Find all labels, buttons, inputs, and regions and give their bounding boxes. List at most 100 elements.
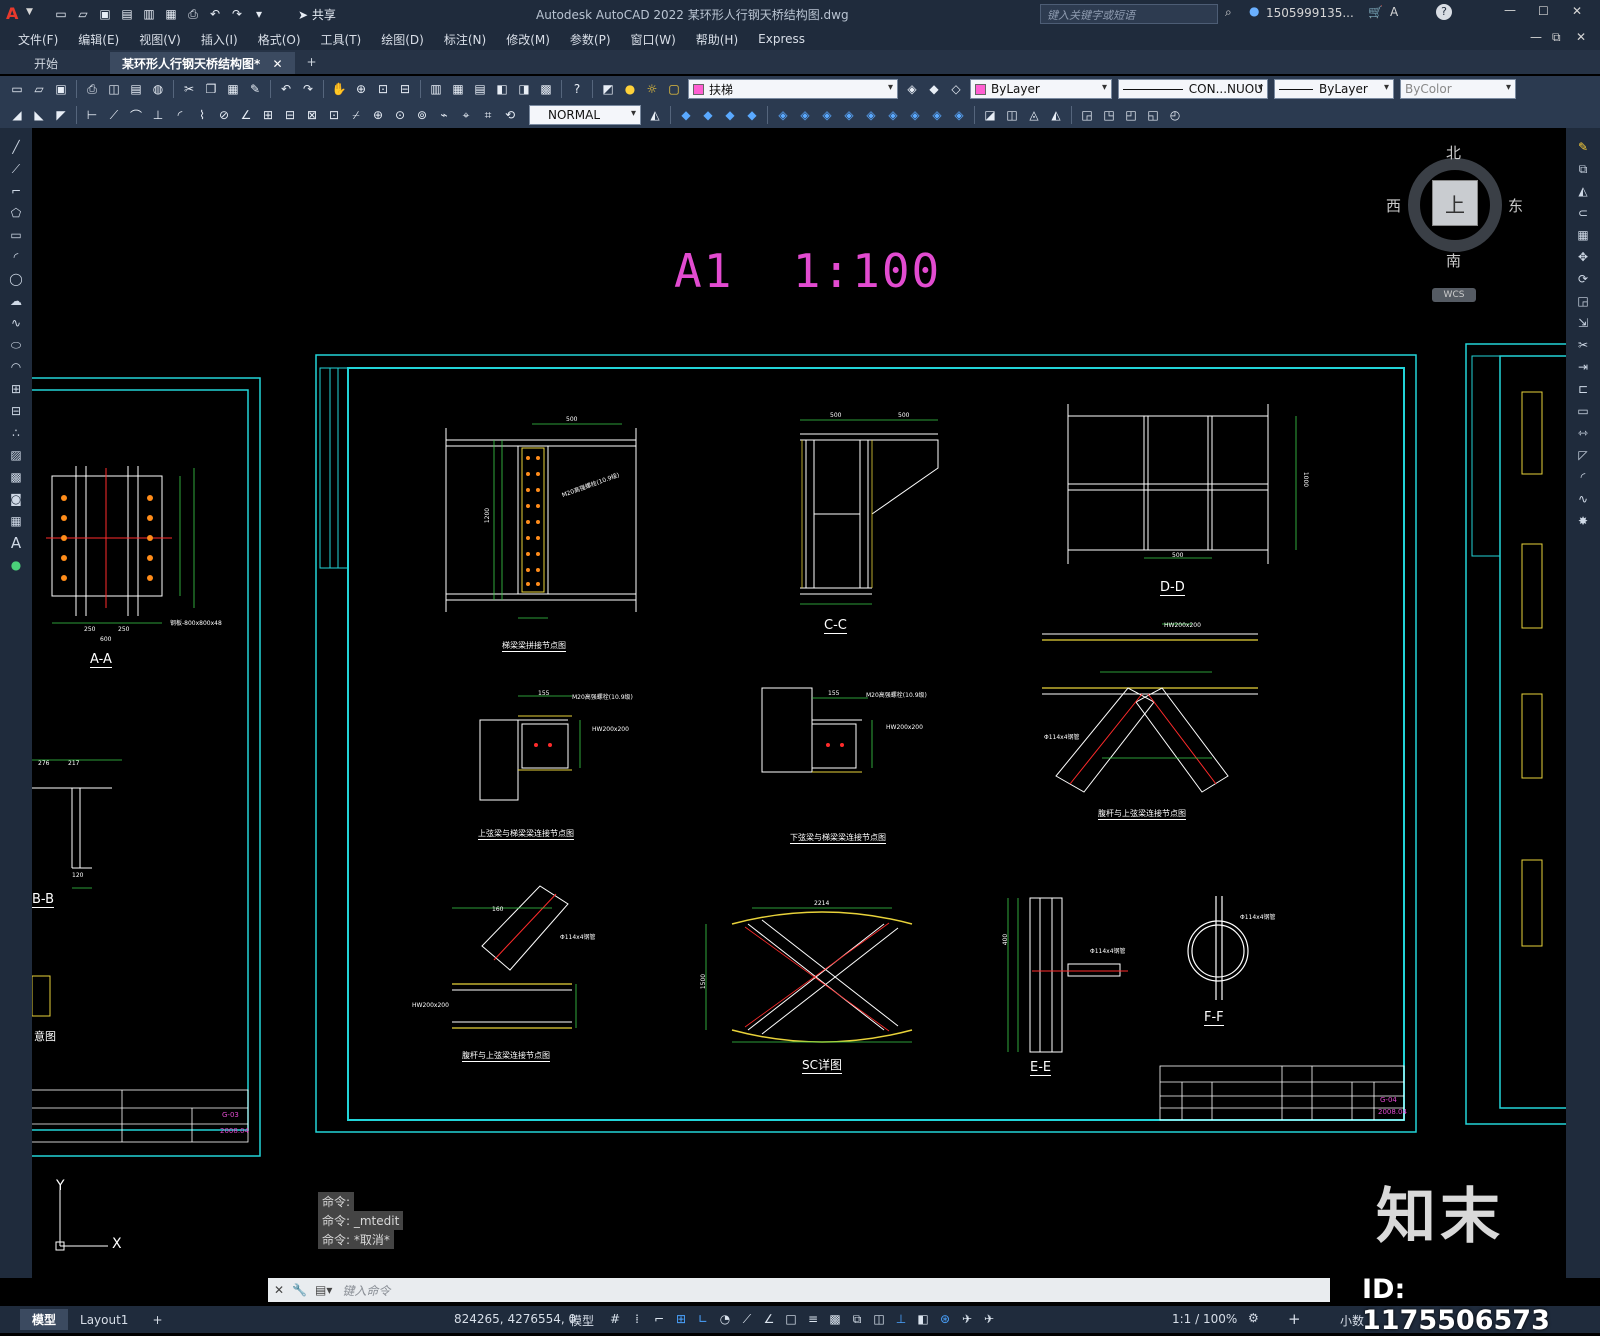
dim-arc-icon[interactable]: ⌒: [127, 106, 145, 124]
dim-edit-icon[interactable]: ⌖: [457, 106, 475, 124]
close-command-icon[interactable]: ✕: [274, 1283, 284, 1297]
search-box[interactable]: 键入关键字或短语: [1040, 4, 1218, 24]
jogged-linear-icon[interactable]: ⌁: [435, 106, 453, 124]
dim-radius-icon[interactable]: ◜: [171, 106, 189, 124]
ellipse-arc-icon[interactable]: ◠: [6, 357, 26, 377]
ellipse-icon[interactable]: ⬭: [6, 335, 26, 355]
dim-space-icon[interactable]: ⊡: [325, 106, 343, 124]
dimstyle-manager-icon[interactable]: ◭: [646, 106, 664, 124]
menu-edit[interactable]: 编辑(E): [68, 31, 129, 48]
viewcube[interactable]: 上 北 南 西 东: [1386, 144, 1523, 270]
offset-icon[interactable]: ⊂: [1573, 203, 1593, 223]
color-dropdown[interactable]: ByLayer ▾: [970, 79, 1112, 99]
3d-print-icon[interactable]: ◍: [149, 80, 167, 98]
move-icon[interactable]: ◈: [796, 106, 814, 124]
blend-icon[interactable]: ∿: [1573, 489, 1593, 509]
stretch-icon[interactable]: ◈: [862, 106, 880, 124]
block-attr-icon[interactable]: ◱: [1144, 106, 1162, 124]
block-edit-icon[interactable]: ◰: [1122, 106, 1140, 124]
insert-block-icon[interactable]: ⊞: [6, 379, 26, 399]
doc-minimize-icon[interactable]: —: [1530, 30, 1542, 44]
rectangle-icon[interactable]: ▭: [6, 225, 26, 245]
lineweight-icon[interactable]: ≡: [804, 1310, 822, 1328]
layer-previous-icon[interactable]: ◆: [925, 80, 943, 98]
units-button[interactable]: 小数: [1340, 1312, 1364, 1329]
dynamic-ucs-icon[interactable]: ⊥: [892, 1310, 910, 1328]
add-layout-button[interactable]: +: [140, 1311, 174, 1329]
isodraft-icon[interactable]: ⟋: [738, 1310, 756, 1328]
dim-continue-icon[interactable]: ⊠: [303, 106, 321, 124]
offset-icon[interactable]: ◆: [743, 106, 761, 124]
layer-lock-icon[interactable]: ▢: [665, 80, 683, 98]
zoom-previous-icon[interactable]: ⊟: [396, 80, 414, 98]
properties-icon[interactable]: ▥: [427, 80, 445, 98]
share-button[interactable]: ➤ 共享: [298, 6, 336, 23]
tab-start[interactable]: 开始: [22, 52, 70, 74]
mtext-icon[interactable]: A: [6, 533, 26, 553]
viewcube-face[interactable]: 上: [1432, 180, 1478, 226]
tab-layout1[interactable]: Layout1: [68, 1311, 140, 1329]
maximize-icon[interactable]: ☐: [1538, 4, 1549, 18]
customize-command-icon[interactable]: 🔧: [292, 1283, 307, 1297]
tab-model[interactable]: 模型: [20, 1309, 69, 1330]
rotate-icon[interactable]: ⟳: [1573, 269, 1593, 289]
table-icon[interactable]: ▦: [6, 511, 26, 531]
zoom-realtime-icon[interactable]: ⊕: [352, 80, 370, 98]
drawing-canvas[interactable]: A1 1:100 A-A B-B 意图 C-C D-D E-E F-F SC详图…: [32, 128, 1566, 1278]
dynamic-input-icon[interactable]: ⊞: [672, 1310, 690, 1328]
undo-icon[interactable]: ↶: [206, 5, 224, 23]
customize-icon[interactable]: ▾: [250, 5, 268, 23]
fillet-icon[interactable]: ◜: [1573, 467, 1593, 487]
auto-scale-icon[interactable]: ✈: [980, 1310, 998, 1328]
save-icon[interactable]: ▣: [52, 80, 70, 98]
infer-icon[interactable]: ⌐: [650, 1310, 668, 1328]
match-properties-icon[interactable]: ✎: [246, 80, 264, 98]
make-current-layer-icon[interactable]: ◈: [903, 80, 921, 98]
erase-icon[interactable]: ◆: [677, 106, 695, 124]
user-account[interactable]: 1505999135...: [1266, 6, 1354, 20]
layer-bulb-icon[interactable]: ●: [621, 80, 639, 98]
gradient-icon[interactable]: ▩: [6, 467, 26, 487]
snap-icon[interactable]: ⁞: [628, 1310, 646, 1328]
array-icon[interactable]: ▦: [1573, 225, 1593, 245]
erase-icon[interactable]: ✎: [1573, 137, 1593, 157]
menu-insert[interactable]: 插入(I): [191, 31, 248, 48]
tab-drawing[interactable]: 某环形人行钢天桥结构图* ✕: [110, 52, 295, 74]
ucs-icon[interactable]: ◢: [8, 106, 26, 124]
wcs-menu[interactable]: WCS: [1432, 288, 1476, 302]
tolerance-icon[interactable]: ⊕: [369, 106, 387, 124]
inspection-icon[interactable]: ⊚: [413, 106, 431, 124]
transparency-icon[interactable]: ▩: [826, 1310, 844, 1328]
dim-ordinate-icon[interactable]: ⊥: [149, 106, 167, 124]
menu-file[interactable]: 文件(F): [8, 31, 68, 48]
user-icon[interactable]: ●: [1249, 4, 1259, 18]
open-file-icon[interactable]: ▱: [74, 5, 92, 23]
break-at-point-icon[interactable]: ⊏: [1573, 379, 1593, 399]
dim-text-edit-icon[interactable]: ⌗: [479, 106, 497, 124]
construction-line-icon[interactable]: ⟋: [6, 159, 26, 179]
ucs-previous-icon[interactable]: ◤: [52, 106, 70, 124]
command-line[interactable]: ✕ 🔧 ▤▾ 键入命令: [268, 1278, 1330, 1302]
refedit-icon[interactable]: ◴: [1166, 106, 1184, 124]
object-snap-icon[interactable]: □: [782, 1310, 800, 1328]
dimstyle-dropdown[interactable]: NORMAL ▾: [529, 105, 641, 125]
menu-window[interactable]: 窗口(W): [621, 31, 686, 48]
rotate-icon[interactable]: ◈: [818, 106, 836, 124]
new-tab-button[interactable]: +: [295, 52, 329, 74]
pan-icon[interactable]: ✋: [330, 80, 348, 98]
dim-update-icon[interactable]: ⟲: [501, 106, 519, 124]
extend-icon[interactable]: ⇥: [1573, 357, 1593, 377]
autodesk-app-icon[interactable]: A: [1390, 5, 1398, 19]
app-logo-icon[interactable]: A: [6, 4, 18, 23]
quick-dim-icon[interactable]: ⊞: [259, 106, 277, 124]
spline-icon[interactable]: ∿: [6, 313, 26, 333]
explode-icon[interactable]: ◬: [1025, 106, 1043, 124]
cart-icon[interactable]: 🛒: [1368, 5, 1383, 19]
scale-icon[interactable]: ◲: [1573, 291, 1593, 311]
print-icon[interactable]: ⎙: [184, 5, 202, 23]
cut-icon[interactable]: ✂: [180, 80, 198, 98]
line-icon[interactable]: ╱: [6, 137, 26, 157]
trim-icon[interactable]: ◈: [884, 106, 902, 124]
join-icon[interactable]: ◈: [950, 106, 968, 124]
arc-icon[interactable]: ◜: [6, 247, 26, 267]
